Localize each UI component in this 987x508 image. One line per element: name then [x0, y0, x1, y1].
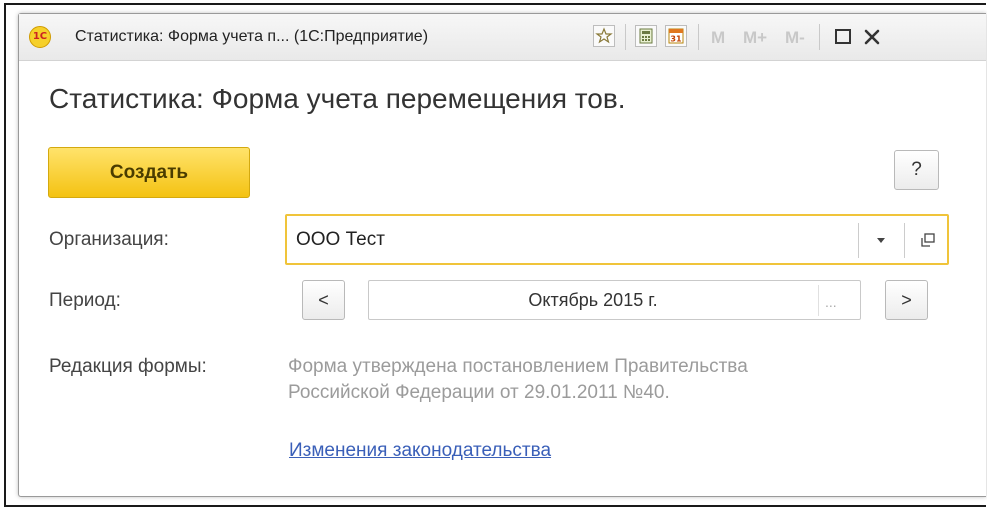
period-label: Период: [49, 290, 121, 311]
form-edition-description: Форма утверждена постановлением Правител… [288, 354, 748, 406]
field-divider [818, 285, 819, 316]
legislation-changes-link[interactable]: Изменения законодательства [289, 440, 551, 462]
memory-mminus-button[interactable]: M- [785, 28, 805, 48]
chevron-down-icon[interactable] [867, 229, 895, 251]
title-bar: 1C Статистика: Форма учета п... (1С:Пред… [19, 14, 986, 61]
field-divider [858, 223, 859, 258]
window-title: Статистика: Форма учета п... (1С:Предпри… [75, 28, 429, 45]
calendar-icon[interactable]: 31 [665, 25, 687, 47]
open-form-icon[interactable] [913, 229, 941, 251]
field-divider [904, 223, 905, 258]
favorite-star-icon[interactable] [593, 25, 615, 47]
create-button[interactable]: Создать [48, 147, 250, 198]
edition-line: Форма утверждена постановлением Правител… [288, 356, 748, 377]
organization-value[interactable]: ООО Тест [296, 229, 385, 251]
period-next-button[interactable]: > [885, 280, 928, 320]
period-value: Октябрь 2015 г. [528, 290, 658, 310]
page-title: Статистика: Форма учета перемещения тов. [49, 83, 626, 114]
title-separator [819, 24, 820, 50]
period-select-button[interactable]: ... [825, 294, 837, 310]
close-icon[interactable] [859, 24, 885, 50]
maximize-icon[interactable] [830, 24, 856, 50]
period-prev-button[interactable]: < [302, 280, 345, 320]
memory-mplus-button[interactable]: M+ [743, 28, 767, 48]
title-separator [625, 24, 626, 50]
calculator-icon[interactable] [635, 25, 657, 47]
period-field[interactable]: Октябрь 2015 г. ... [368, 280, 861, 320]
organization-label: Организация: [49, 229, 169, 250]
app-logo-icon: 1C [29, 26, 51, 48]
help-button[interactable]: ? [894, 150, 939, 190]
organization-field[interactable]: ООО Тест [285, 214, 949, 265]
calendar-day-text: 31 [670, 35, 682, 44]
memory-m-button[interactable]: M [711, 28, 725, 48]
title-separator [698, 24, 699, 50]
edition-line: Российской Федерации от 29.01.2011 №40. [288, 382, 670, 403]
app-window: 1C Статистика: Форма учета п... (1С:Пред… [18, 13, 986, 497]
form-edition-label: Редакция формы: [49, 356, 207, 377]
